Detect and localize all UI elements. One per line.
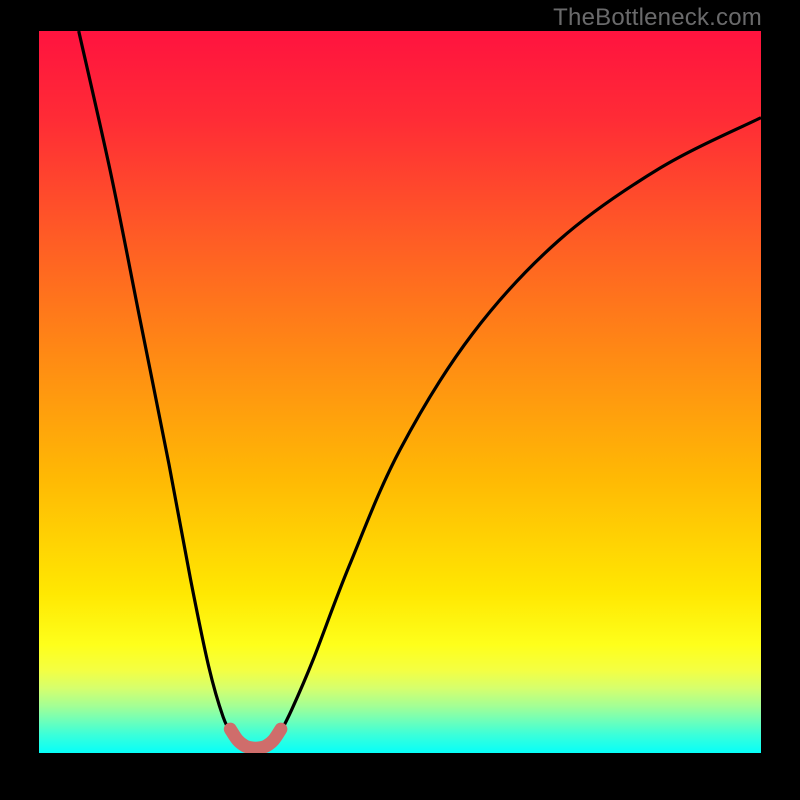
curve-bottom-knot [230,729,281,748]
curve-right-branch [277,118,761,739]
chart-plot-area [39,31,761,753]
curve-left-branch [79,31,234,739]
watermark-text: TheBottleneck.com [553,4,762,32]
chart-curves-layer [39,31,761,753]
page-root: TheBottleneck.com [0,0,800,800]
